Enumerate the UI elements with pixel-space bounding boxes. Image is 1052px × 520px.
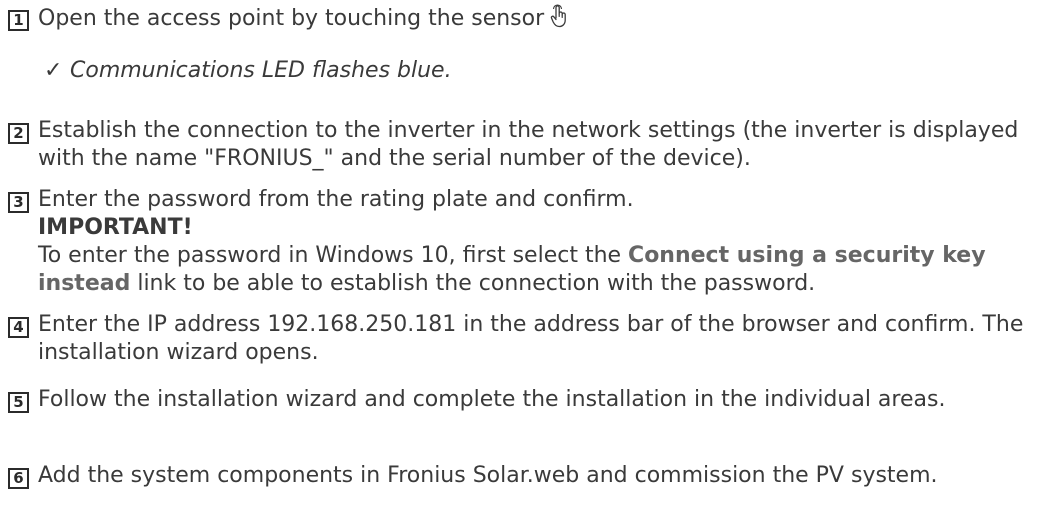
step-2: 2 Establish the connection to the invert… bbox=[8, 117, 1046, 173]
step-5-text: Follow the installation wizard and compl… bbox=[38, 387, 946, 412]
check-icon: ✓ bbox=[44, 58, 63, 83]
step-1-text: Open the access point by touching the se… bbox=[38, 6, 545, 31]
step-text: Open the access point by touching the se… bbox=[38, 4, 1046, 36]
step-text: Enter the password from the rating plate… bbox=[38, 186, 1046, 298]
step-4-text: Enter the IP address 192.168.250.181 in … bbox=[38, 312, 1024, 365]
step-4: 4 Enter the IP address 192.168.250.181 i… bbox=[8, 311, 1046, 367]
important-label: IMPORTANT! bbox=[38, 215, 193, 240]
step-number: 3 bbox=[8, 192, 29, 213]
note-after: link to be able to establish the connect… bbox=[130, 271, 816, 296]
step-1: 1 Open the access point by touching the … bbox=[8, 4, 1046, 83]
step-number: 2 bbox=[8, 123, 29, 144]
result-text: Communications LED flashes blue. bbox=[70, 58, 452, 83]
step-number: 4 bbox=[8, 317, 29, 338]
step-6: 6 Add the system components in Fronius S… bbox=[8, 462, 1046, 490]
step-2-text: Establish the connection to the inverter… bbox=[38, 118, 1019, 171]
important-note: To enter the password in Windows 10, fir… bbox=[38, 242, 1046, 298]
step-number: 6 bbox=[8, 468, 29, 489]
step-3: 3 Enter the password from the rating pla… bbox=[8, 186, 1046, 298]
note-before: To enter the password in Windows 10, fir… bbox=[38, 243, 629, 268]
step-5: 5 Follow the installation wizard and com… bbox=[8, 386, 1046, 414]
step-result: ✓ Communications LED flashes blue. bbox=[44, 57, 1040, 85]
step-6-text: Add the system components in Fronius Sol… bbox=[38, 463, 938, 488]
touch-sensor-icon bbox=[550, 4, 568, 36]
step-number: 5 bbox=[8, 392, 29, 413]
step-3-text: Enter the password from the rating plate… bbox=[38, 187, 634, 212]
step-number: 1 bbox=[8, 10, 29, 31]
